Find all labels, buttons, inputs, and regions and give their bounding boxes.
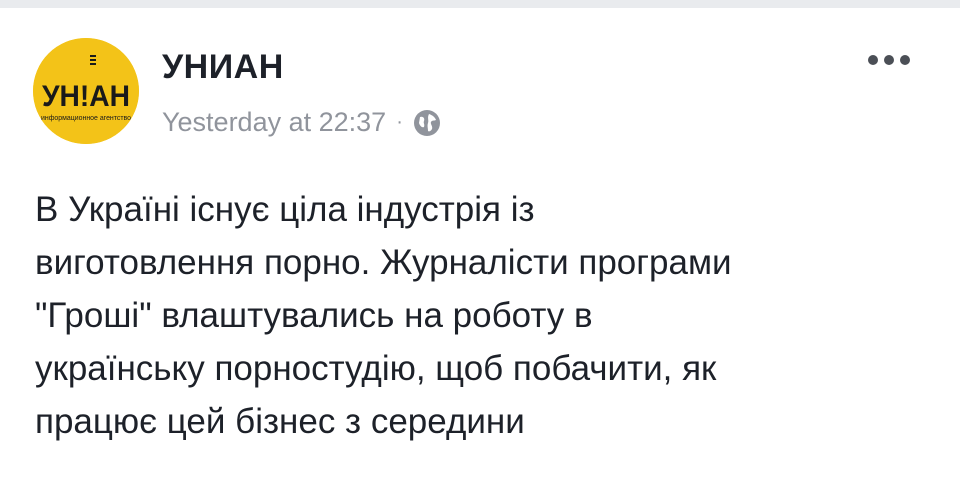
avatar-tagline: информационное агентство <box>41 115 131 122</box>
page-avatar[interactable]: УН!АН информационное агентство <box>33 38 139 144</box>
more-options-icon[interactable] <box>864 50 914 70</box>
feed-background-strip <box>0 0 960 8</box>
feed-post: УН!АН информационное агентство УНИАН Yes… <box>0 8 960 500</box>
globe-icon[interactable] <box>412 108 442 138</box>
post-body-text: В Україні існує ціла індустрія із вигото… <box>35 190 732 441</box>
avatar-logo-text: УН!АН <box>42 80 130 113</box>
meta-separator: · <box>396 110 403 133</box>
page-name-link[interactable]: УНИАН <box>162 48 284 87</box>
post-timestamp[interactable]: Yesterday at 22:37 <box>162 107 386 138</box>
unian-logo: УН!АН информационное агентство <box>33 38 139 144</box>
post-meta: Yesterday at 22:37 · <box>162 104 442 140</box>
